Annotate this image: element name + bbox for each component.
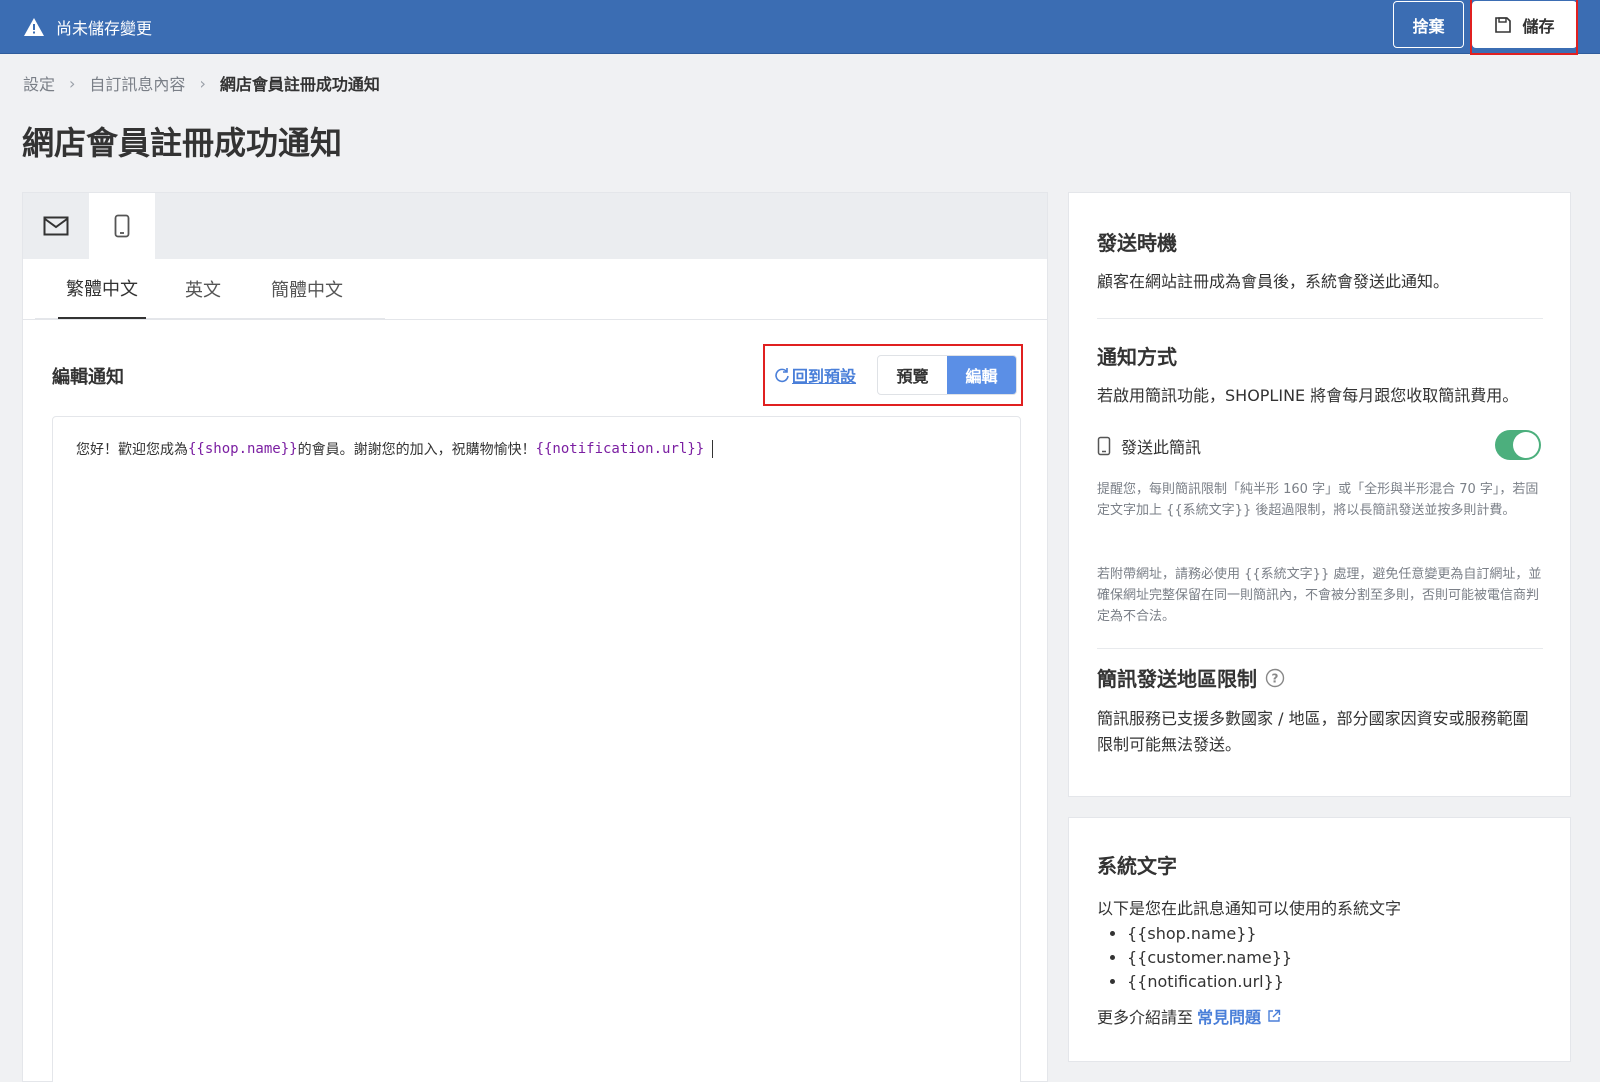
tab-sms[interactable] [89,193,155,259]
variable-shop-name: {{shop.name}} [188,441,298,457]
list-item: {{customer.name}} [1127,946,1292,970]
system-text-title: 系統文字 [1097,854,1177,878]
text-caret [712,440,714,458]
system-text-intro: 以下是您在此訊息通知可以使用的系統文字 [1097,899,1402,918]
region-text: 簡訊服務已支援多數國家 / 地區，部分國家因資安或服務範圍限制可能無法發送。 [1097,709,1529,754]
email-icon [43,216,69,236]
chevron-right-icon: › [69,73,76,93]
preview-button[interactable]: 預覽 [878,356,947,394]
phone-icon [114,214,130,238]
sms-length-note: 提醒您，每則簡訊限制「純半形 160 字」或「全形與半形混合 70 字」，若固定… [1097,482,1539,518]
reset-default-link[interactable]: 回到預設 [774,363,856,387]
breadcrumb-item-settings[interactable]: 設定 [23,71,55,95]
list-item: {{notification.url}} [1127,970,1292,994]
more-info-prefix: 更多介紹請至 [1097,1008,1194,1027]
preview-edit-toggle: 預覽 編輯 [877,355,1017,395]
tab-divider [23,319,1047,320]
save-label: 儲存 [1522,16,1555,36]
edit-notification-label: 編輯通知 [52,367,124,388]
timing-title: 發送時機 [1097,231,1177,255]
more-info-row: 更多介紹請至 常見問題 [1097,1004,1281,1028]
send-sms-row: 發送此簡訊 [1097,434,1201,458]
breadcrumb: 設定 › 自訂訊息內容 › 網店會員註冊成功通知 [23,71,380,95]
edit-button[interactable]: 編輯 [947,356,1016,394]
message-editor[interactable]: 您好！歡迎您成為 {{shop.name}} 的會員。謝謝您的加入，祝購物愉快！{{… [52,416,1021,1082]
divider [1097,648,1543,649]
save-button[interactable]: 儲存 [1472,1,1577,48]
message-text: 的會員。謝謝您的加入，祝購物愉快！ [297,442,536,458]
info-card: 發送時機 顧客在網站註冊成為會員後，系統會發送此通知。 通知方式 若啟用簡訊功能… [1068,192,1571,797]
discard-button[interactable]: 捨棄 [1393,1,1464,48]
timing-text: 顧客在網站註冊成為會員後，系統會發送此通知。 [1097,272,1450,291]
system-variable-list: {{shop.name}} {{customer.name}} {{notifi… [1127,922,1292,994]
message-content: 您好！歡迎您成為 {{shop.name}} 的會員。謝謝您的加入，祝購物愉快！{{… [76,439,714,459]
save-icon [1495,16,1512,33]
send-sms-toggle[interactable] [1495,430,1541,460]
divider [1097,318,1543,319]
send-sms-label: 發送此簡訊 [1121,438,1202,457]
reset-default-label: 回到預設 [792,367,857,386]
phone-icon [1097,436,1111,456]
tab-english[interactable]: 英文 [185,259,221,319]
external-link-icon[interactable] [1267,1009,1281,1023]
unsaved-warning: 尚未儲存變更 [24,14,152,40]
refresh-icon [775,368,789,383]
faq-link[interactable]: 常見問題 [1197,1004,1261,1028]
region-title: 簡訊發送地區限制 ? [1097,663,1285,692]
sms-url-note: 若附帶網址，請務必使用 {{系統文字}} 處理，避免任意變更為自訂網址，並確保網… [1097,567,1542,624]
channel-tabs [23,193,1047,259]
breadcrumb-current: 網店會員註冊成功通知 [219,75,380,94]
unsaved-label: 尚未儲存變更 [56,19,153,38]
method-title: 通知方式 [1097,345,1177,369]
region-title-label: 簡訊發送地區限制 [1097,667,1257,691]
method-text: 若啟用簡訊功能，SHOPLINE 將會每月跟您收取簡訊費用。 [1097,386,1519,405]
tab-traditional-chinese[interactable]: 繁體中文 [58,259,146,319]
tab-simplified-chinese[interactable]: 簡體中文 [271,259,343,319]
page-title: 網店會員註冊成功通知 [22,124,343,162]
language-tabs: 繁體中文 英文 簡體中文 [35,259,385,319]
toggle-knob [1513,432,1539,458]
warning-icon [24,18,44,36]
list-item: {{shop.name}} [1127,922,1292,946]
notification-editor-panel: 繁體中文 英文 簡體中文 編輯通知 回到預設 預覽 編輯 您好！歡迎您成為 {{s… [22,192,1048,1082]
tab-email[interactable] [23,193,89,259]
system-text-card: 系統文字 以下是您在此訊息通知可以使用的系統文字 {{shop.name}} {… [1068,817,1571,1062]
help-icon[interactable]: ? [1265,668,1285,688]
svg-text:?: ? [1272,671,1279,685]
message-text: 您好！歡迎您成為 [76,442,188,458]
top-bar: 尚未儲存變更 捨棄 儲存 [0,0,1600,55]
variable-notification-url: {{notification.url}} [535,441,705,457]
chevron-right-icon: › [199,73,206,93]
breadcrumb-item-custom-messages[interactable]: 自訂訊息內容 [89,71,185,95]
